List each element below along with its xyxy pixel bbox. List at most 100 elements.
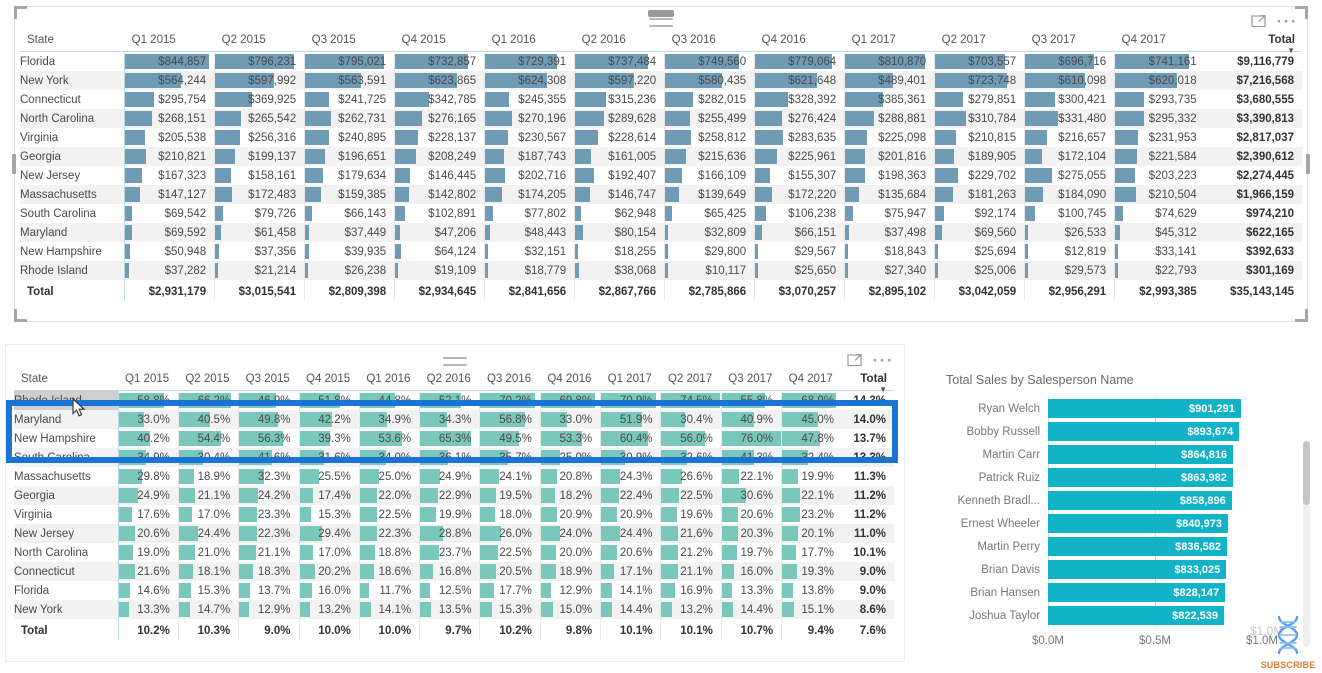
data-bar-cell[interactable]: 14.4%	[720, 600, 782, 619]
data-bar-cell[interactable]: $300,421	[1024, 90, 1115, 109]
table-row[interactable]: Massachusetts $147,127 $172,483 $159,385 $14…	[20, 185, 1302, 204]
percent-header-q2-2015[interactable]: Q2 2015	[178, 373, 238, 391]
data-bar-cell[interactable]: 70.2%	[479, 390, 541, 410]
table-row[interactable]: South Carolina 34.9% 30.4% 41.6% 31.6% 34.0% 3…	[14, 448, 894, 467]
data-bar-cell[interactable]: 46.9%	[238, 390, 299, 410]
data-bar-cell[interactable]: $29,567	[754, 242, 845, 261]
table-row[interactable]: New Jersey $167,323 $158,161 $179,634 $146,4…	[20, 166, 1302, 185]
chart-category-label[interactable]: Patrick Ruiz	[936, 472, 1048, 484]
data-bar-cell[interactable]: 17.0%	[298, 543, 360, 562]
data-bar-cell[interactable]: $37,282	[124, 261, 215, 280]
data-bar-cell[interactable]: 25.5%	[298, 467, 360, 486]
data-bar-cell[interactable]: 34.0%	[358, 448, 420, 467]
data-bar-cell[interactable]: 68.9%	[781, 390, 842, 410]
data-bar-cell[interactable]: $166,109	[664, 166, 755, 185]
data-bar-cell[interactable]: $196,651	[304, 147, 395, 166]
data-bar-cell[interactable]: 17.0%	[177, 505, 239, 524]
data-bar-cell[interactable]: $741,161	[1114, 51, 1205, 71]
chart-bar[interactable]: $840,973	[1048, 514, 1228, 533]
data-bar-cell[interactable]: 14.1%	[600, 581, 661, 600]
data-bar-cell[interactable]: $265,542	[214, 109, 305, 128]
row-total-cell[interactable]: 13.7%	[842, 429, 894, 448]
data-bar-cell[interactable]: $230,567	[484, 128, 575, 147]
data-bar-cell[interactable]: $210,504	[1114, 185, 1205, 204]
table-row[interactable]: Georgia $210,821 $199,137 $196,651 $208,249 $…	[20, 147, 1302, 166]
data-bar-cell[interactable]: $228,614	[574, 128, 665, 147]
data-bar-cell[interactable]: $79,726	[214, 204, 305, 223]
data-bar-cell[interactable]: 47.8%	[781, 429, 842, 448]
row-state-label[interactable]: South Carolina	[14, 448, 119, 467]
data-bar-cell[interactable]: $385,361	[844, 90, 935, 109]
data-bar-cell[interactable]: 15.3%	[479, 600, 541, 619]
data-bar-cell[interactable]: 19.9%	[781, 467, 842, 486]
row-total-cell[interactable]: 11.3%	[842, 467, 894, 486]
data-bar-cell[interactable]: 53.6%	[358, 429, 420, 448]
data-bar-cell[interactable]: $100,745	[1024, 204, 1115, 223]
data-bar-cell[interactable]: $147,127	[124, 185, 215, 204]
data-bar-cell[interactable]: 39.3%	[298, 429, 360, 448]
data-bar-cell[interactable]: 53.3%	[539, 429, 601, 448]
data-bar-cell[interactable]: $289,628	[574, 109, 665, 128]
table-row[interactable]: North Carolina $268,151 $265,542 $262,731 $2…	[20, 109, 1302, 128]
sales-header-q3-2015[interactable]: Q3 2015	[305, 34, 395, 52]
chart-bar-row[interactable]: Ernest Wheeler $840,973	[961, 512, 1262, 535]
data-bar-cell[interactable]: $25,650	[754, 261, 845, 280]
row-total-cell[interactable]: $2,274,445	[1205, 166, 1302, 185]
chart-bar-row[interactable]: Ryan Welch $901,291	[978, 397, 1262, 420]
data-bar-cell[interactable]: $315,236	[574, 90, 665, 109]
data-bar-cell[interactable]: 18.3%	[238, 562, 299, 581]
row-total-cell[interactable]: $301,169	[1204, 261, 1302, 280]
percent-header-q3-2015[interactable]: Q3 2015	[239, 373, 299, 391]
data-bar-cell[interactable]: $216,657	[1024, 128, 1115, 147]
data-bar-cell[interactable]: 19.7%	[720, 543, 782, 562]
data-bar-cell[interactable]: 22.3%	[238, 524, 299, 543]
data-bar-cell[interactable]: $29,800	[664, 242, 755, 261]
data-bar-cell[interactable]: 18.2%	[539, 486, 601, 505]
data-bar-cell[interactable]: 54.4%	[177, 429, 239, 448]
row-total-cell[interactable]: 13.3%	[841, 448, 894, 467]
data-bar-cell[interactable]: $610,098	[1024, 71, 1115, 90]
data-bar-cell[interactable]: 17.6%	[117, 505, 179, 524]
data-bar-cell[interactable]: 29.4%	[298, 524, 360, 543]
data-bar-cell[interactable]: 13.5%	[419, 600, 480, 619]
chart-category-label[interactable]: Brian Davis	[936, 564, 1048, 576]
data-bar-cell[interactable]: 16.0%	[298, 581, 360, 600]
data-bar-cell[interactable]: 19.5%	[479, 486, 541, 505]
row-state-label[interactable]: Virginia	[20, 128, 125, 147]
data-bar-cell[interactable]: $172,220	[754, 185, 845, 204]
data-bar-cell[interactable]: 34.3%	[419, 410, 480, 429]
data-bar-cell[interactable]: 23.2%	[781, 505, 842, 524]
data-bar-cell[interactable]: $25,006	[934, 261, 1025, 280]
data-bar-cell[interactable]: $29,573	[1024, 261, 1115, 280]
row-total-cell[interactable]: $392,633	[1205, 242, 1302, 261]
data-bar-cell[interactable]: 20.0%	[539, 543, 601, 562]
data-bar-cell[interactable]: $210,821	[124, 147, 215, 166]
data-bar-cell[interactable]: 20.2%	[298, 562, 360, 581]
data-bar-cell[interactable]: 51.9%	[600, 410, 661, 429]
row-state-label[interactable]: New Hampshire	[20, 242, 125, 261]
chart-category-label[interactable]: Bobby Russell	[936, 426, 1048, 438]
data-bar-cell[interactable]: 12.5%	[419, 581, 480, 600]
data-bar-cell[interactable]: $310,784	[934, 109, 1025, 128]
data-bar-cell[interactable]: 13.3%	[117, 600, 179, 619]
data-bar-cell[interactable]: 44.8%	[358, 390, 420, 410]
table-total-row[interactable]: Total 10.2% 10.3% 9.0% 10.0% 10.0% 9.7% 10.2% 9.…	[14, 619, 894, 640]
data-bar-cell[interactable]: 22.9%	[419, 486, 480, 505]
chart-category-label[interactable]: Martin Carr	[936, 449, 1048, 461]
data-bar-cell[interactable]: $77,802	[484, 204, 575, 223]
data-bar-cell[interactable]: 56.0%	[660, 429, 722, 448]
resize-handle-bottom-right[interactable]	[1295, 309, 1308, 322]
data-bar-cell[interactable]: $27,340	[844, 261, 935, 280]
data-bar-cell[interactable]: $192,407	[574, 166, 665, 185]
data-bar-cell[interactable]: $208,249	[394, 147, 485, 166]
row-state-label[interactable]: Maryland	[20, 223, 125, 242]
drag-pill[interactable]	[648, 10, 674, 17]
data-bar-cell[interactable]: $142,802	[394, 185, 485, 204]
table-row[interactable]: Florida $844,857 $796,231 $795,021 $732,857 $…	[20, 51, 1302, 71]
chart-bar-row[interactable]: Martin Perry $836,582	[977, 535, 1262, 558]
data-bar-cell[interactable]: $92,174	[934, 204, 1025, 223]
data-bar-cell[interactable]: $795,021	[304, 51, 395, 71]
chart-bar[interactable]: $893,674	[1048, 422, 1240, 441]
row-total-cell[interactable]: $1,966,159	[1204, 185, 1302, 204]
data-bar-cell[interactable]: $174,205	[484, 185, 575, 204]
